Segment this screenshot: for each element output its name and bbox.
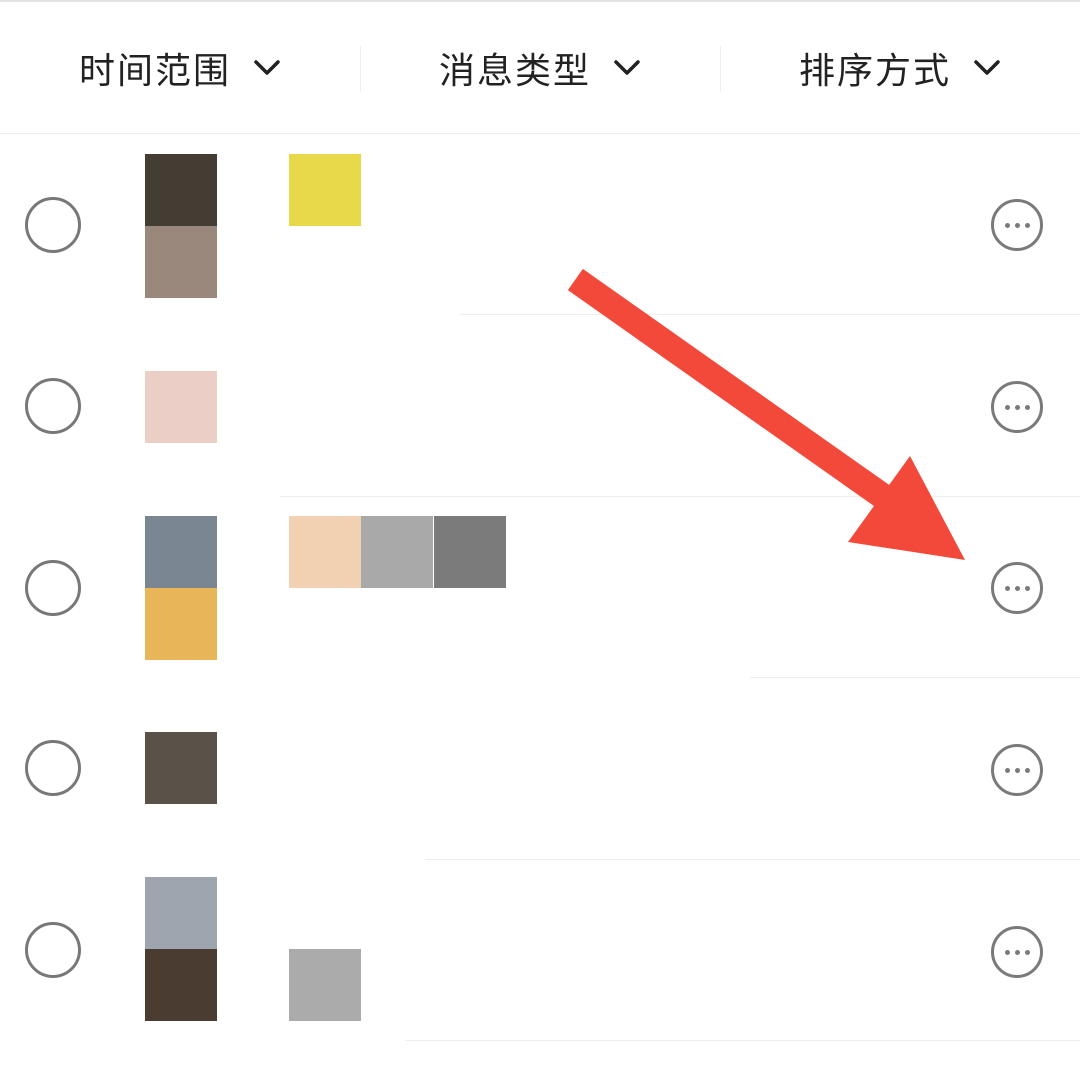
- filter-message-type-label: 消息类型: [438, 51, 591, 92]
- radio-circle-icon[interactable]: [25, 197, 81, 253]
- row-divider: [405, 1040, 1080, 1041]
- content-block: [361, 516, 433, 588]
- thumbnail-block: [145, 226, 217, 298]
- thumbnail-block: [145, 732, 217, 804]
- content-block: [289, 516, 361, 588]
- row-divider: [750, 677, 1080, 678]
- thumbnail-block: [145, 588, 217, 660]
- more-horizontal-icon[interactable]: [991, 199, 1043, 251]
- radio-circle-icon[interactable]: [25, 740, 81, 796]
- chevron-down-icon: [253, 59, 281, 77]
- filter-message-type[interactable]: 消息类型: [360, 2, 720, 134]
- thumbnail-block: [145, 877, 217, 949]
- content-block: [434, 516, 506, 588]
- list-item[interactable]: [0, 497, 1080, 678]
- radio-circle-icon[interactable]: [25, 378, 81, 434]
- list-item[interactable]: [0, 134, 1080, 315]
- list-item[interactable]: [0, 316, 1080, 497]
- radio-circle-icon[interactable]: [25, 922, 81, 978]
- filter-time-range-label: 时间范围: [78, 51, 231, 92]
- chevron-down-icon: [613, 59, 641, 77]
- thumbnail-block: [145, 949, 217, 1021]
- filter-bar: 时间范围 消息类型 排序方式: [0, 0, 1080, 134]
- content-block: [289, 154, 361, 226]
- thumbnail-block: [145, 516, 217, 588]
- content-block: [289, 949, 361, 1021]
- radio-circle-icon[interactable]: [25, 560, 81, 616]
- chevron-down-icon: [973, 59, 1001, 77]
- filter-time-range[interactable]: 时间范围: [0, 2, 360, 134]
- thumbnail-block: [145, 371, 217, 443]
- more-horizontal-icon[interactable]: [991, 381, 1043, 433]
- list-item[interactable]: [0, 679, 1080, 860]
- list-item[interactable]: [0, 860, 1080, 1041]
- filter-sort-order[interactable]: 排序方式: [720, 2, 1080, 134]
- more-horizontal-icon[interactable]: [991, 926, 1043, 978]
- filter-sort-order-label: 排序方式: [798, 51, 951, 92]
- row-divider: [460, 314, 1080, 315]
- more-horizontal-icon[interactable]: [991, 744, 1043, 796]
- thumbnail-block: [145, 154, 217, 226]
- more-horizontal-icon[interactable]: [991, 562, 1043, 614]
